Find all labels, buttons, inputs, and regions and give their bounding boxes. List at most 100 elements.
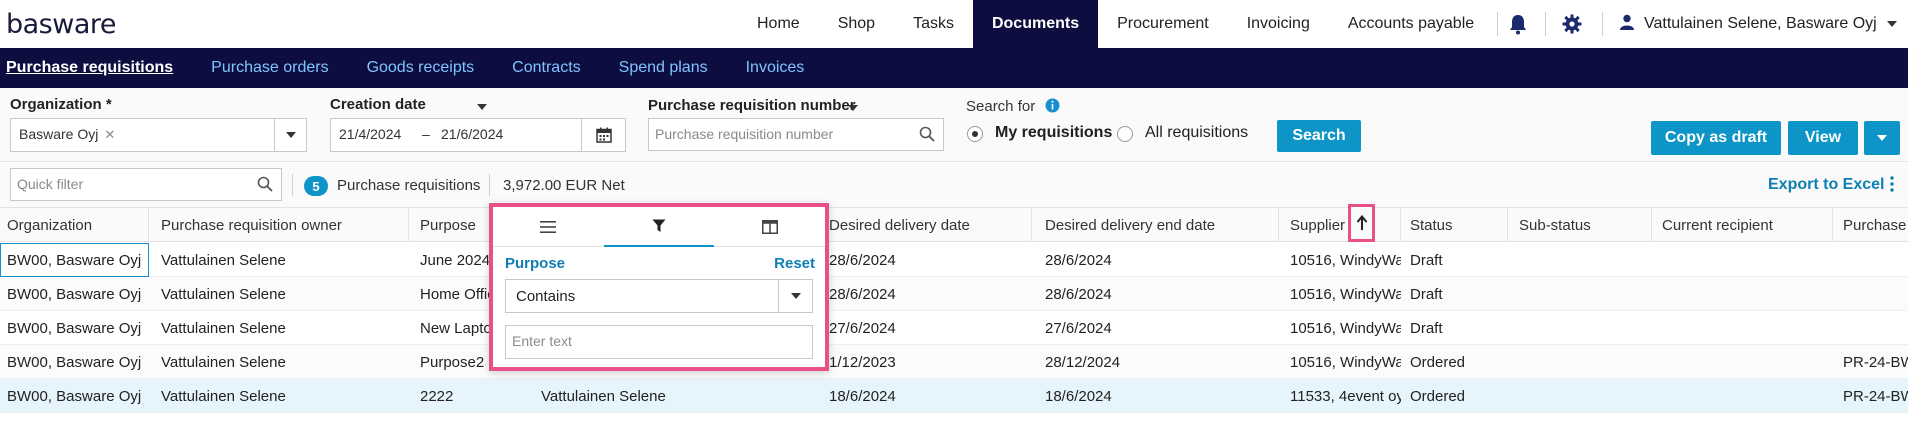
column-sub-status[interactable]: Sub-status: [1512, 208, 1652, 242]
cell-status[interactable]: Draft: [1403, 311, 1508, 345]
cell-owner[interactable]: Vattulainen Selene: [154, 277, 409, 311]
cell-supplier[interactable]: 11533, 4event oy: [1283, 379, 1401, 413]
column-desired-delivery-date[interactable]: Desired delivery date: [822, 208, 1032, 242]
pr-number-label[interactable]: Purchase requisition number: [648, 97, 856, 114]
bell-icon[interactable]: [1508, 0, 1528, 48]
sort-ascending-icon[interactable]: [1348, 204, 1375, 242]
copy-as-draft-button[interactable]: Copy as draft: [1651, 121, 1781, 155]
cell-supplier[interactable]: 10516, WindyWay: [1283, 243, 1401, 277]
gear-icon[interactable]: [1562, 0, 1582, 48]
date-to[interactable]: 21/6/2024: [441, 126, 503, 142]
view-button[interactable]: View: [1788, 121, 1858, 155]
cell-organization[interactable]: BW00, Basware Oyj: [0, 243, 149, 277]
cell-purpose[interactable]: New Laptop: [413, 311, 493, 345]
table-row[interactable]: BW00, Basware Oyj Vattulainen Selene Hom…: [0, 277, 1908, 311]
calendar-button[interactable]: [581, 119, 625, 151]
tab-column-chooser[interactable]: [715, 207, 825, 247]
cell-owner[interactable]: Vattulainen Selene: [154, 243, 409, 277]
cell-delivery-end-date[interactable]: 28/6/2024: [1038, 277, 1279, 311]
cell-delivery-end-date[interactable]: 28/6/2024: [1038, 243, 1279, 277]
cell-organization[interactable]: BW00, Basware Oyj: [0, 379, 149, 413]
tab-purchase-orders[interactable]: Purchase orders: [192, 59, 347, 77]
cell-supplier[interactable]: 10516, WindyWay: [1283, 311, 1401, 345]
organization-select[interactable]: Basware Oyj ✕: [10, 118, 307, 152]
column-purchase[interactable]: Purchase: [1836, 208, 1908, 242]
cell-delivery-date[interactable]: 28/6/2024: [822, 277, 1032, 311]
cell-purchase[interactable]: [1836, 277, 1908, 311]
radio-my-requisitions[interactable]: [967, 126, 983, 142]
cell-hidden-column[interactable]: Vattulainen Selene: [534, 379, 814, 413]
cell-organization[interactable]: BW00, Basware Oyj: [0, 345, 149, 379]
quick-filter-input[interactable]: [17, 176, 247, 192]
cell-purchase[interactable]: PR-24-BW: [1836, 345, 1908, 379]
table-row[interactable]: BW00, Basware Oyj Vattulainen Selene Jun…: [0, 243, 1908, 277]
cell-organization[interactable]: BW00, Basware Oyj: [0, 311, 149, 345]
tab-goods-receipts[interactable]: Goods receipts: [348, 59, 494, 77]
tab-purchase-requisitions[interactable]: Purchase requisitions: [0, 59, 192, 77]
column-purpose[interactable]: Purpose: [413, 208, 493, 242]
tab-column-menu[interactable]: [493, 207, 603, 247]
cell-organization[interactable]: BW00, Basware Oyj: [0, 277, 149, 311]
cell-purpose[interactable]: Home Office: [413, 277, 493, 311]
table-row[interactable]: BW00, Basware Oyj Vattulainen Selene Pur…: [0, 345, 1908, 379]
tab-column-filter[interactable]: [604, 207, 714, 247]
remove-tag-icon[interactable]: ✕: [104, 127, 115, 142]
more-vertical-icon[interactable]: [1890, 176, 1894, 196]
cell-delivery-date[interactable]: 28/6/2024: [822, 243, 1032, 277]
nav-invoicing[interactable]: Invoicing: [1228, 0, 1329, 48]
search-icon[interactable]: [919, 126, 935, 146]
search-icon[interactable]: [257, 176, 273, 196]
search-button[interactable]: Search: [1277, 120, 1361, 152]
chevron-down-icon[interactable]: [477, 104, 487, 110]
date-from[interactable]: 21/4/2024: [339, 126, 401, 142]
nav-accounts-payable[interactable]: Accounts payable: [1329, 0, 1493, 48]
tab-spend-plans[interactable]: Spend plans: [600, 59, 727, 77]
creation-date-range[interactable]: 21/4/2024 – 21/6/2024: [330, 118, 626, 152]
column-owner[interactable]: Purchase requisition owner: [154, 208, 409, 242]
user-menu[interactable]: Vattulainen Selene, Basware Oyj: [1620, 0, 1897, 48]
cell-owner[interactable]: Vattulainen Selene: [154, 379, 409, 413]
basware-logo[interactable]: basware: [6, 9, 117, 40]
nav-home[interactable]: Home: [738, 0, 819, 48]
cell-purchase[interactable]: [1836, 311, 1908, 345]
column-organization[interactable]: Organization: [0, 208, 149, 242]
cell-purpose[interactable]: Purpose2: [413, 345, 493, 379]
cell-status[interactable]: Draft: [1403, 243, 1508, 277]
cell-delivery-date[interactable]: 18/6/2024: [822, 379, 1032, 413]
cell-delivery-end-date[interactable]: 18/6/2024: [1038, 379, 1279, 413]
pr-number-input[interactable]: [655, 126, 905, 142]
cell-purpose[interactable]: June 2024: [413, 243, 493, 277]
tab-invoices[interactable]: Invoices: [727, 59, 824, 77]
nav-tasks[interactable]: Tasks: [894, 0, 973, 48]
cell-status[interactable]: Ordered: [1403, 345, 1508, 379]
cell-status[interactable]: Ordered: [1403, 379, 1508, 413]
reset-link[interactable]: Reset: [774, 255, 815, 272]
column-current-recipient[interactable]: Current recipient: [1655, 208, 1833, 242]
column-supplier[interactable]: Supplier: [1283, 208, 1401, 242]
filter-operator-select[interactable]: Contains: [505, 279, 813, 313]
cell-delivery-end-date[interactable]: 27/6/2024: [1038, 311, 1279, 345]
filter-text-input[interactable]: [512, 333, 802, 349]
creation-date-label[interactable]: Creation date: [330, 96, 426, 113]
cell-status[interactable]: Draft: [1403, 277, 1508, 311]
table-row[interactable]: BW00, Basware Oyj Vattulainen Selene 222…: [0, 379, 1908, 413]
export-to-excel-link[interactable]: Export to Excel: [1768, 176, 1884, 194]
cell-delivery-date[interactable]: 27/6/2024: [822, 311, 1032, 345]
tab-contracts[interactable]: Contracts: [493, 59, 599, 77]
radio-all-requisitions[interactable]: [1117, 126, 1133, 142]
cell-purchase[interactable]: [1836, 243, 1908, 277]
table-row[interactable]: BW00, Basware Oyj Vattulainen Selene New…: [0, 311, 1908, 345]
organization-dropdown-button[interactable]: [274, 119, 306, 151]
cell-supplier[interactable]: 10516, WindyWay: [1283, 345, 1401, 379]
cell-owner[interactable]: Vattulainen Selene: [154, 311, 409, 345]
cell-delivery-end-date[interactable]: 28/12/2024: [1038, 345, 1279, 379]
cell-purpose[interactable]: 2222: [413, 379, 493, 413]
cell-owner[interactable]: Vattulainen Selene: [154, 345, 409, 379]
column-status[interactable]: Status: [1403, 208, 1508, 242]
info-icon[interactable]: [1045, 98, 1060, 117]
cell-supplier[interactable]: 10516, WindyWay: [1283, 277, 1401, 311]
nav-documents[interactable]: Documents: [972, 0, 1099, 48]
radio-my-requisitions-label[interactable]: My requisitions: [995, 124, 1112, 142]
filter-operator-dropdown[interactable]: [778, 280, 812, 312]
nav-procurement[interactable]: Procurement: [1098, 0, 1228, 48]
